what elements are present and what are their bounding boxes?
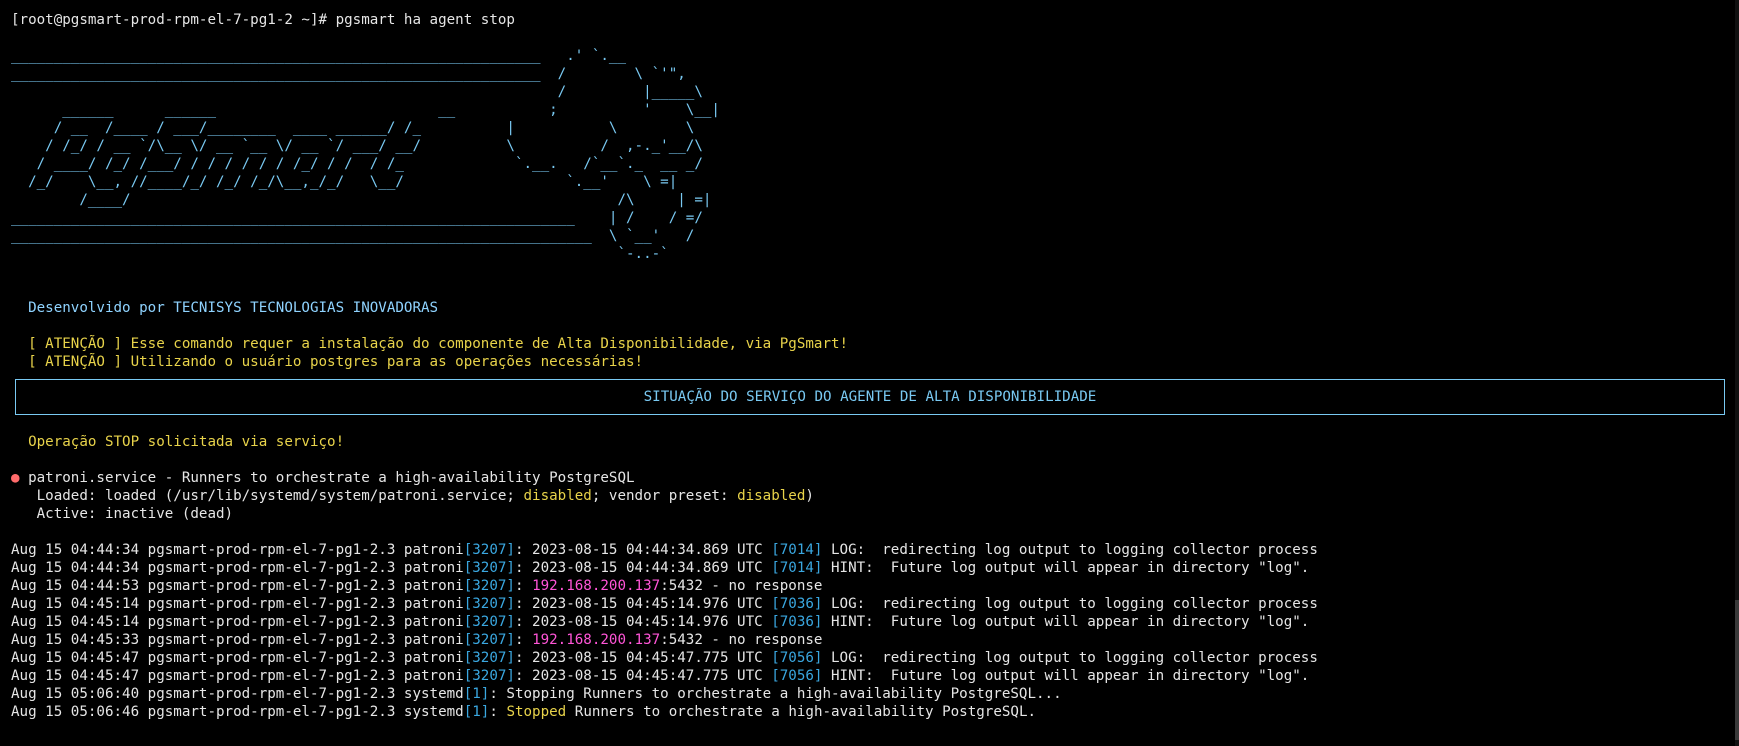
log-body: : Stopping Runners to orchestrate a high… <box>489 686 1062 702</box>
log-prefix: Aug 15 04:44:34 pgsmart-prod-rpm-el-7-pg… <box>11 560 464 576</box>
log-pid2: [7014] <box>771 542 823 558</box>
pgsmart-logo-ascii-art: ________________________________________… <box>11 48 720 262</box>
log-body: : <box>514 578 533 594</box>
log-pid2: [7056] <box>771 668 823 684</box>
log-pid: [3207] <box>463 632 515 648</box>
log-line: Aug 15 04:45:14 pgsmart-prod-rpm-el-7-pg… <box>11 595 1739 613</box>
log-line: Aug 15 04:44:34 pgsmart-prod-rpm-el-7-pg… <box>11 541 1739 559</box>
log-suffix: :5432 - no response <box>660 632 823 648</box>
log-body: : 2023-08-15 04:45:14.976 UTC <box>514 614 772 630</box>
log-prefix: Aug 15 05:06:40 pgsmart-prod-rpm-el-7-pg… <box>11 686 464 702</box>
log-pid: [3207] <box>463 596 515 612</box>
warning-line-2: [ ATENÇÃO ] Utilizando o usuário postgre… <box>11 354 644 370</box>
log-line: Aug 15 04:44:34 pgsmart-prod-rpm-el-7-pg… <box>11 559 1739 577</box>
vertical-scrollbar[interactable] <box>1735 0 1739 746</box>
status-dot-icon: ● <box>11 470 20 486</box>
operation-message: Operação STOP solicitada via serviço! <box>11 434 345 450</box>
log-suffix: LOG: redirecting log output to logging c… <box>822 542 1318 558</box>
log-line: Aug 15 05:06:40 pgsmart-prod-rpm-el-7-pg… <box>11 685 1739 703</box>
log-pid2: [7036] <box>771 596 823 612</box>
log-prefix: Aug 15 05:06:46 pgsmart-prod-rpm-el-7-pg… <box>11 704 464 720</box>
service-status-banner: SITUAÇÃO DO SERVIÇO DO AGENTE DE ALTA DI… <box>15 379 1725 415</box>
log-pid: [3207] <box>463 650 515 666</box>
log-prefix: Aug 15 04:45:47 pgsmart-prod-rpm-el-7-pg… <box>11 650 464 666</box>
log-prefix: Aug 15 04:44:34 pgsmart-prod-rpm-el-7-pg… <box>11 542 464 558</box>
log-line: Aug 15 04:45:33 pgsmart-prod-rpm-el-7-pg… <box>11 631 1739 649</box>
service-title-line: ● patroni.service - Runners to orchestra… <box>11 469 1739 487</box>
log-pid: [1] <box>463 704 490 720</box>
warning-line-1: [ ATENÇÃO ] Esse comando requer a instal… <box>11 336 849 352</box>
log-ip-address: 192.168.200.137 <box>532 578 661 594</box>
log-line: Aug 15 05:06:46 pgsmart-prod-rpm-el-7-pg… <box>11 703 1739 721</box>
log-body: : 2023-08-15 04:44:34.869 UTC <box>514 542 772 558</box>
service-active-line: Active: inactive (dead) <box>11 506 234 522</box>
service-loaded-line: Loaded: loaded (/usr/lib/systemd/system/… <box>11 487 1739 505</box>
log-body: : 2023-08-15 04:45:47.775 UTC <box>514 668 772 684</box>
log-pid: [1] <box>463 686 490 702</box>
log-suffix: HINT: Future log output will appear in d… <box>822 560 1310 576</box>
log-suffix: :5432 - no response <box>660 578 823 594</box>
log-prefix: Aug 15 04:45:47 pgsmart-prod-rpm-el-7-pg… <box>11 668 464 684</box>
log-pid2: [7036] <box>771 614 823 630</box>
log-prefix: Aug 15 04:45:33 pgsmart-prod-rpm-el-7-pg… <box>11 632 464 648</box>
log-suffix: Runners to orchestrate a high-availabili… <box>566 704 1037 720</box>
terminal-window[interactable]: [root@pgsmart-prod-rpm-el-7-pg1-2 ~]# pg… <box>0 0 1739 746</box>
log-body: : <box>489 704 507 720</box>
log-pid: [3207] <box>463 560 515 576</box>
loaded-suffix: ) <box>805 488 814 504</box>
log-suffix: HINT: Future log output will appear in d… <box>822 668 1310 684</box>
log-line: Aug 15 04:44:53 pgsmart-prod-rpm-el-7-pg… <box>11 577 1739 595</box>
service-title: patroni.service - Runners to orchestrate… <box>19 470 635 486</box>
log-ip-address: 192.168.200.137 <box>532 632 661 648</box>
log-stopped-status: Stopped <box>506 704 567 720</box>
log-suffix: HINT: Future log output will appear in d… <box>822 614 1310 630</box>
banner-title: SITUAÇÃO DO SERVIÇO DO AGENTE DE ALTA DI… <box>643 389 1097 405</box>
log-pid: [3207] <box>463 614 515 630</box>
log-body: : 2023-08-15 04:45:47.775 UTC <box>514 650 772 666</box>
command-prompt: [root@pgsmart-prod-rpm-el-7-pg1-2 ~]# pg… <box>11 12 515 28</box>
log-pid2: [7056] <box>771 650 823 666</box>
log-body: : 2023-08-15 04:44:34.869 UTC <box>514 560 772 576</box>
log-pid: [3207] <box>463 542 515 558</box>
log-body: : 2023-08-15 04:45:14.976 UTC <box>514 596 772 612</box>
log-line: Aug 15 04:45:47 pgsmart-prod-rpm-el-7-pg… <box>11 649 1739 667</box>
log-pid: [3207] <box>463 578 515 594</box>
log-suffix: LOG: redirecting log output to logging c… <box>822 596 1318 612</box>
log-suffix: LOG: redirecting log output to logging c… <box>822 650 1318 666</box>
loaded-state: disabled <box>523 488 592 504</box>
vendor-preset-state: disabled <box>737 488 806 504</box>
log-pid: [3207] <box>463 668 515 684</box>
scrollbar-thumb[interactable] <box>1735 600 1739 740</box>
log-pid2: [7014] <box>771 560 823 576</box>
log-line: Aug 15 04:45:14 pgsmart-prod-rpm-el-7-pg… <box>11 613 1739 631</box>
loaded-prefix: Loaded: loaded (/usr/lib/systemd/system/… <box>11 488 524 504</box>
log-body: : <box>514 632 533 648</box>
loaded-mid: ; vendor preset: <box>591 488 738 504</box>
log-prefix: Aug 15 04:45:14 pgsmart-prod-rpm-el-7-pg… <box>11 614 464 630</box>
log-prefix: Aug 15 04:45:14 pgsmart-prod-rpm-el-7-pg… <box>11 596 464 612</box>
developer-credit: Desenvolvido por TECNISYS TECNOLOGIAS IN… <box>11 300 439 316</box>
log-prefix: Aug 15 04:44:53 pgsmart-prod-rpm-el-7-pg… <box>11 578 464 594</box>
log-line: Aug 15 04:45:47 pgsmart-prod-rpm-el-7-pg… <box>11 667 1739 685</box>
